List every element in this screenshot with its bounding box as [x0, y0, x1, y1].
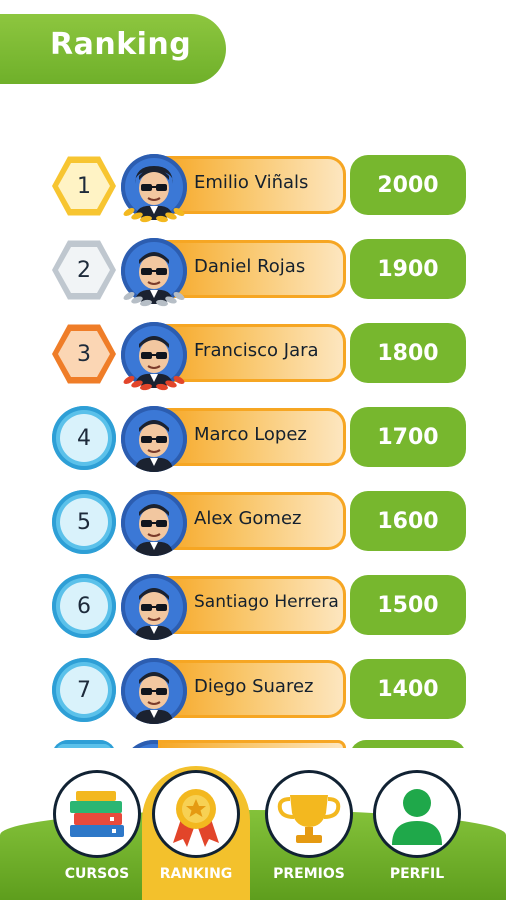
avatar	[121, 406, 187, 472]
rank-badge: 5	[52, 490, 116, 554]
nav-perfil[interactable]: PERFIL	[372, 770, 462, 882]
player-name: Daniel Rojas	[194, 256, 306, 277]
score-badge: 1600	[350, 491, 466, 551]
nav-premios[interactable]: PREMIOS	[264, 770, 354, 882]
score-badge: 1800	[350, 323, 466, 383]
rank-badge: 6	[52, 574, 116, 638]
rank-badge-silver: 2	[52, 240, 116, 300]
player-name: Santiago Herrera	[194, 592, 339, 612]
rank-number: 3	[58, 331, 110, 377]
nav-label: PREMIOS	[273, 866, 345, 882]
medal-icon	[152, 770, 240, 858]
bottom-nav: CURSOS RANKING PREMIOS PERFIL	[0, 748, 506, 900]
avatar	[121, 574, 187, 640]
score-badge: 1700	[350, 407, 466, 467]
rank-badge-bronze: 3	[52, 324, 116, 384]
rank-number: 7	[60, 666, 108, 714]
avatar	[121, 490, 187, 556]
ranking-row[interactable]: 1 Emilio Viñals 2000	[0, 152, 506, 223]
nav-label: RANKING	[159, 866, 233, 882]
ranking-row[interactable]: 4 Marco Lopez 1700	[0, 404, 506, 472]
ranking-row[interactable]: 2 Daniel Rojas 1900	[0, 236, 506, 307]
rank-badge-gold: 1	[52, 156, 116, 216]
rank-number: 2	[58, 247, 110, 293]
trophy-icon	[265, 770, 353, 858]
nav-cursos[interactable]: CURSOS	[52, 770, 142, 882]
rank-number: 5	[60, 498, 108, 546]
laurel-silver-icon	[123, 292, 185, 307]
rank-number: 6	[60, 582, 108, 630]
ranking-list: 1 Emilio Viñals 2000 2 Daniel Rojas 1900…	[0, 152, 506, 750]
score-badge: 2000	[350, 155, 466, 215]
ranking-row[interactable]: 5 Alex Gomez 1600	[0, 488, 506, 556]
avatar	[121, 658, 187, 724]
page-header: Ranking	[0, 14, 226, 84]
ranking-row[interactable]: 3 Francisco Jara 1800	[0, 320, 506, 391]
page-title: Ranking	[50, 27, 192, 62]
player-name: Marco Lopez	[194, 424, 307, 445]
rank-number: 1	[58, 163, 110, 209]
rank-badge: 7	[52, 658, 116, 722]
player-name: Francisco Jara	[194, 340, 319, 361]
laurel-bronze-icon	[123, 376, 185, 391]
laurel-gold-icon	[123, 208, 185, 223]
ranking-row[interactable]: 7 Diego Suarez 1400	[0, 656, 506, 724]
score-badge: 1400	[350, 659, 466, 719]
rank-badge: 4	[52, 406, 116, 470]
player-name: Alex Gomez	[194, 508, 302, 529]
nav-label: PERFIL	[389, 866, 445, 882]
ranking-row[interactable]: 6 Santiago Herrera 1500	[0, 572, 506, 640]
books-icon	[53, 770, 141, 858]
nav-label: CURSOS	[64, 866, 130, 882]
score-badge: 1900	[350, 239, 466, 299]
player-name: Diego Suarez	[194, 676, 314, 697]
user-icon	[373, 770, 461, 858]
score-badge: 1500	[350, 575, 466, 635]
nav-ranking[interactable]: RANKING	[151, 770, 241, 882]
player-name: Emilio Viñals	[194, 172, 309, 193]
rank-number: 4	[60, 414, 108, 462]
